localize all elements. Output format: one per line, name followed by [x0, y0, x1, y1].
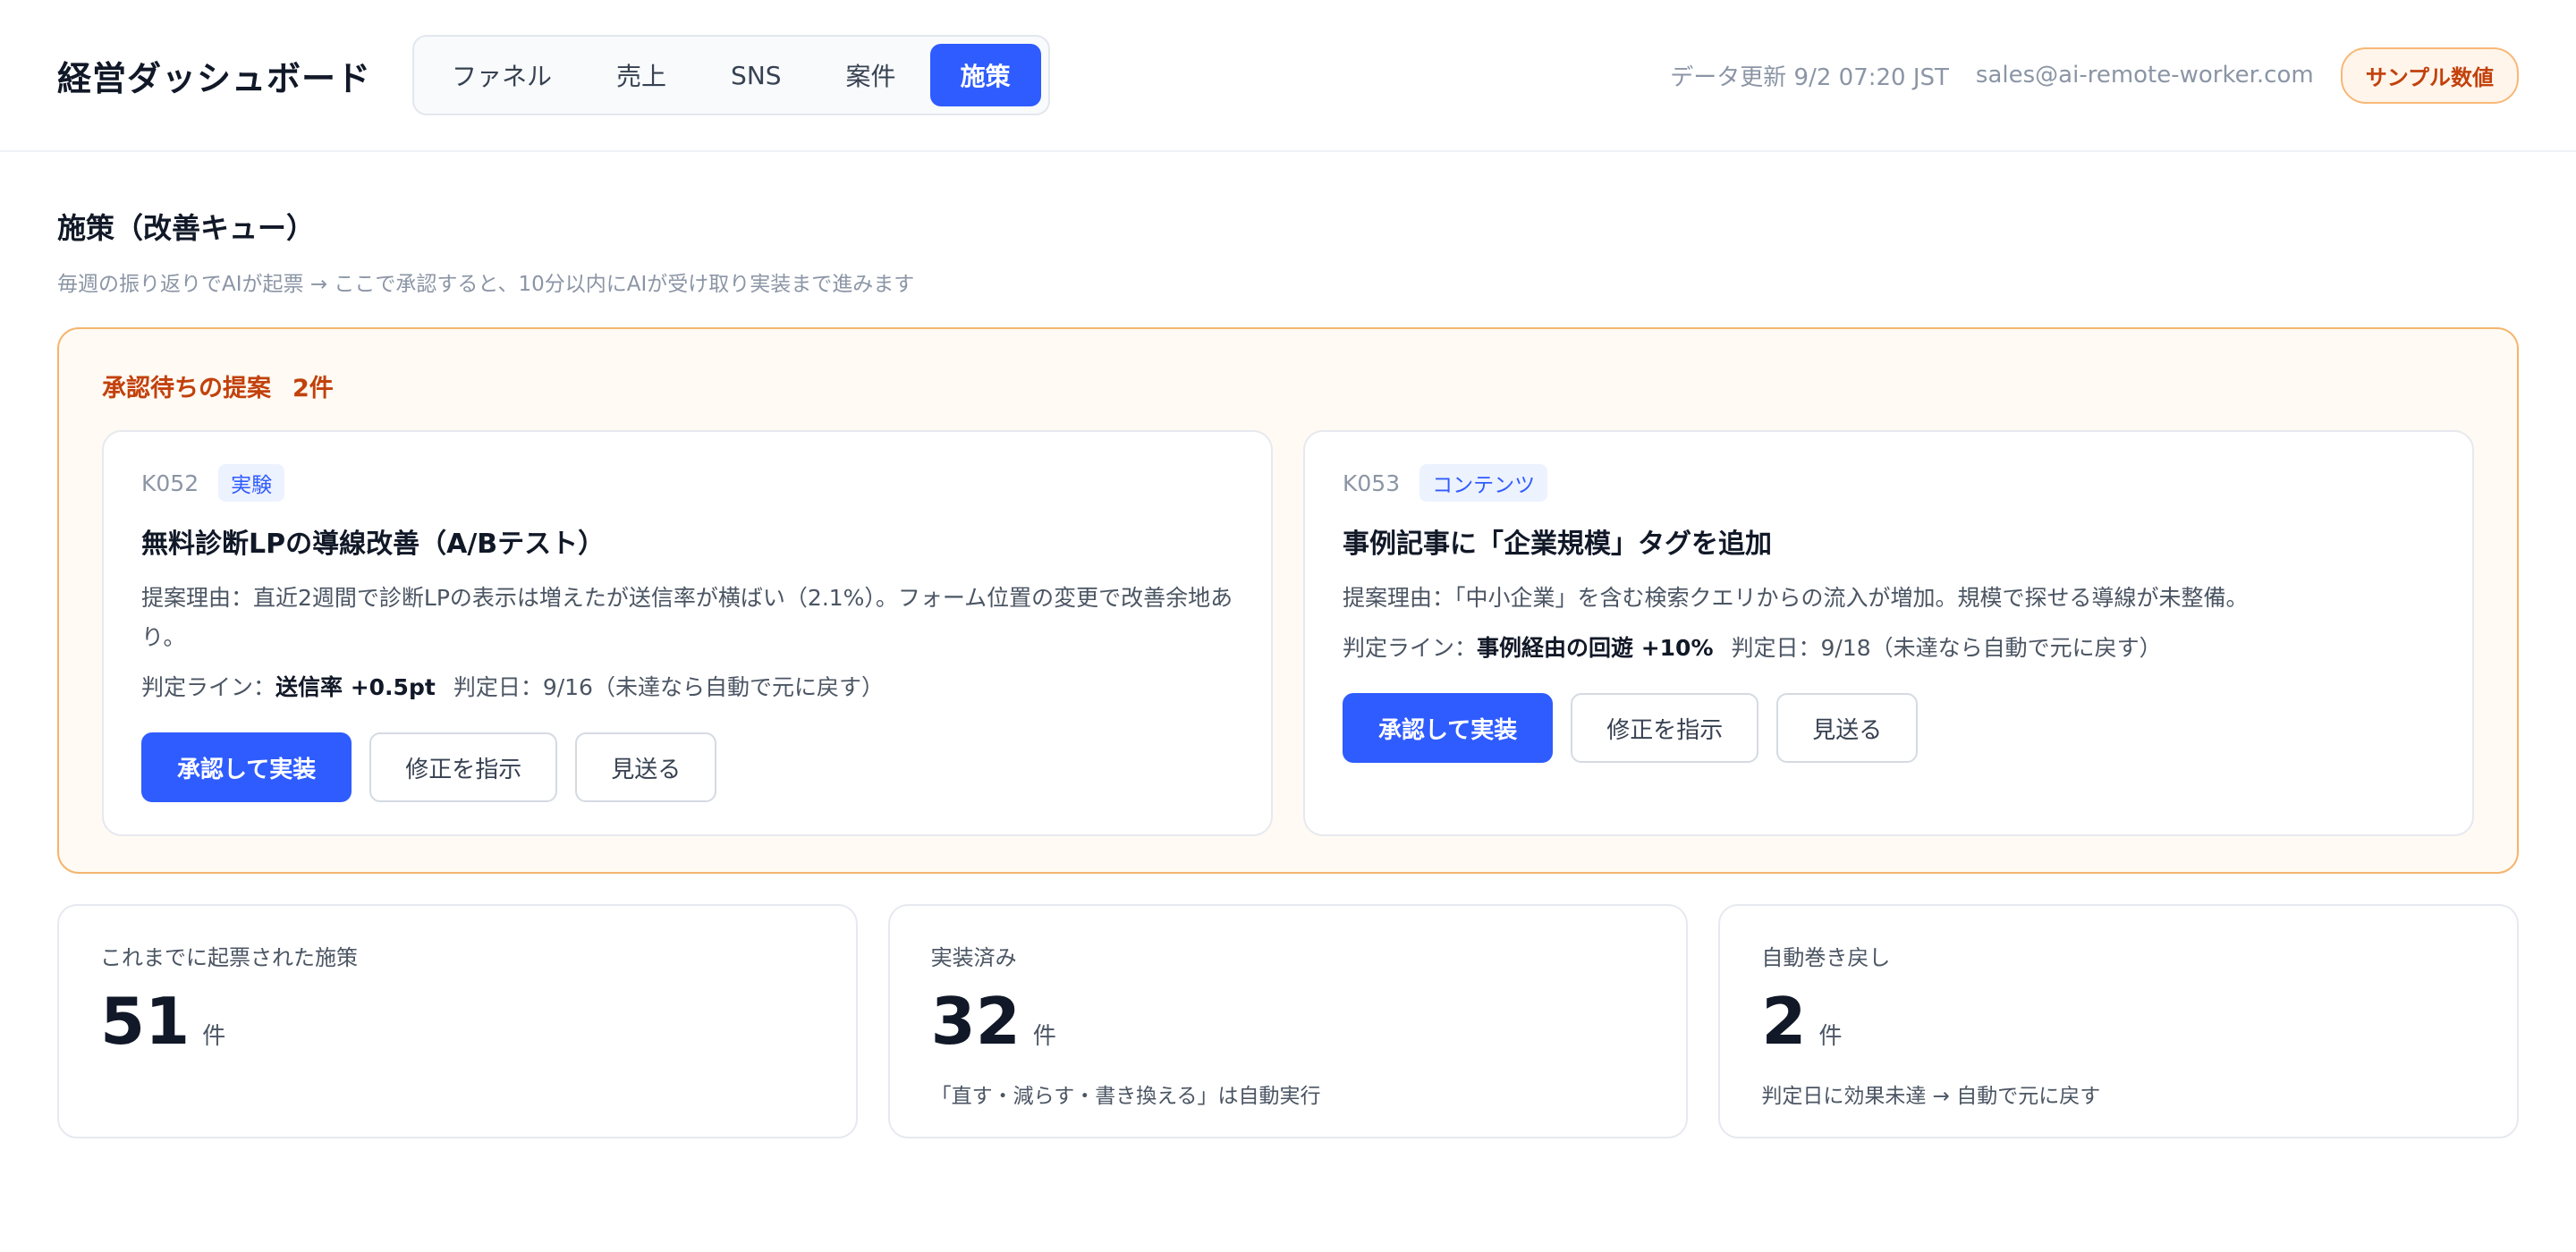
sample-data-badge: サンプル数値	[2340, 47, 2519, 104]
nav-tabs: ファネル 売上 SNS 案件 施策	[412, 35, 1050, 115]
tab-sales[interactable]: 売上	[586, 44, 697, 106]
proposal-criteria: 判定ライン：事例経由の回遊 +10% 判定日：9/18（未達なら自動で元に戻す）	[1343, 630, 2435, 663]
proposal-reason: 提案理由：「中小企業」を含む検索クエリからの流入が増加。規模で探せる導線が未整備…	[1343, 585, 2249, 611]
stat-value: 32	[930, 984, 1021, 1059]
stat-value: 51	[100, 984, 191, 1059]
stat-card-auto-rollback: 自動巻き戻し 2 件 判定日に効果未達 → 自動で元に戻す	[1718, 904, 2520, 1138]
tab-sns[interactable]: SNS	[700, 44, 812, 106]
tab-funnel[interactable]: ファネル	[421, 44, 582, 106]
approve-implement-button[interactable]: 承認して実装	[1343, 693, 1554, 763]
pending-proposals-panel: 承認待ちの提案 2件 K052 実験 無料診断LPの導線改善（A/Bテスト） 提案…	[57, 327, 2519, 874]
stat-note: 判定日に効果未達 → 自動で元に戻す	[1761, 1085, 2101, 1108]
stat-label: 自動巻き戻し	[1761, 945, 1891, 970]
stat-unit: 件	[1032, 1023, 1056, 1050]
proposal-cards: K052 実験 無料診断LPの導線改善（A/Bテスト） 提案理由：直近2週間で診…	[102, 430, 2474, 836]
stat-note: 「直す・減らす・書き換える」は自動実行	[930, 1085, 1321, 1108]
proposal-category-tag: 実験	[218, 464, 285, 502]
stat-card-implemented: 実装済み 32 件 「直す・減らす・書き換える」は自動実行	[887, 904, 1689, 1138]
pending-proposals-label: 承認待ちの提案 2件	[102, 368, 2474, 403]
proposal-title: 無料診断LPの導線改善（A/Bテスト）	[141, 529, 606, 560]
criteria-value: 事例経由の回遊 +10%	[1477, 635, 1714, 661]
app-title: 経営ダッシュボード	[57, 58, 372, 98]
stat-value-row: 2 件	[1761, 989, 2476, 1053]
user-email: sales@ai-remote-worker.com	[1975, 62, 2314, 89]
main-content: 施策（改善キュー） 毎週の振り返りでAIが起票 → ここで承認すると、10分以内…	[0, 152, 2576, 1138]
stat-value-row: 51 件	[100, 989, 815, 1053]
request-revision-button[interactable]: 修正を指示	[1571, 693, 1759, 763]
stat-unit: 件	[202, 1023, 226, 1050]
criteria-label: 判定ライン：	[141, 674, 276, 700]
proposal-reason: 提案理由：直近2週間で診断LPの表示は増えたが送信率が横ばい（2.1%）。フォー…	[141, 585, 1233, 650]
stat-label: これまでに起票された施策	[100, 945, 358, 970]
tab-deals[interactable]: 案件	[816, 44, 927, 106]
skip-button[interactable]: 見送る	[575, 732, 717, 802]
proposal-card-head: K053 コンテンツ	[1343, 464, 2435, 502]
proposal-card: K053 コンテンツ 事例記事に「企業規模」タグを追加 提案理由：「中小企業」を…	[1303, 430, 2474, 836]
stat-value-row: 32 件	[931, 989, 1646, 1053]
proposal-card-head: K052 実験	[141, 464, 1233, 502]
data-updated-time: データ更新 9/2 07:20 JST	[1670, 63, 1949, 91]
proposal-criteria: 判定ライン：送信率 +0.5pt 判定日：9/16（未達なら自動で元に戻す）	[141, 670, 1233, 702]
proposal-id: K052	[141, 470, 199, 496]
stat-value: 2	[1761, 984, 1807, 1059]
pending-label-text: 承認待ちの提案	[102, 375, 271, 402]
approve-implement-button[interactable]: 承認して実装	[141, 732, 352, 802]
proposal-actions: 承認して実装 修正を指示 見送る	[141, 732, 1233, 802]
pending-count: 2件	[292, 375, 334, 402]
proposal-category-tag: コンテンツ	[1419, 464, 1548, 502]
tab-initiatives[interactable]: 施策	[929, 44, 1041, 106]
proposal-id: K053	[1343, 470, 1401, 496]
skip-button[interactable]: 見送る	[1776, 693, 1919, 763]
request-revision-button[interactable]: 修正を指示	[369, 732, 558, 802]
proposal-card: K052 実験 無料診断LPの導線改善（A/Bテスト） 提案理由：直近2週間で診…	[102, 430, 1273, 836]
stats-row: これまでに起票された施策 51 件 実装済み 32 件 「直す・減らす・書き換え…	[57, 904, 2520, 1138]
section-title: 施策（改善キュー）	[57, 211, 316, 245]
stat-card-total-proposals: これまでに起票された施策 51 件	[57, 904, 858, 1138]
decision-date: 判定日：9/16（未達なら自動で元に戻す）	[453, 674, 884, 700]
stat-unit: 件	[1818, 1023, 1843, 1050]
proposal-title: 事例記事に「企業規模」タグを追加	[1343, 529, 1772, 560]
proposal-actions: 承認して実装 修正を指示 見送る	[1343, 693, 2435, 763]
criteria-label: 判定ライン：	[1343, 635, 1478, 661]
header-meta: データ更新 9/2 07:20 JST sales@ai-remote-work…	[1670, 47, 2519, 104]
section-subtitle: 毎週の振り返りでAIが起票 → ここで承認すると、10分以内にAIが受け取り実装…	[57, 273, 915, 296]
stat-label: 実装済み	[930, 945, 1017, 970]
decision-date: 判定日：9/18（未達なら自動で元に戻す）	[1731, 635, 2162, 661]
app-header: 経営ダッシュボード ファネル 売上 SNS 案件 施策 データ更新 9/2 07…	[0, 0, 2576, 152]
criteria-value: 送信率 +0.5pt	[275, 674, 436, 700]
